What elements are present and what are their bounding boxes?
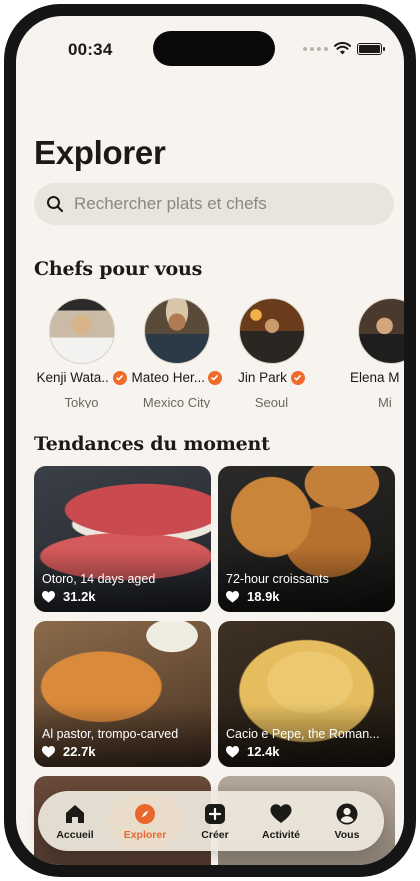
phone-frame: 00:34 Explorer Rechercher plats et chefs…: [4, 4, 416, 877]
chef-item[interactable]: Mateo Her... Mexico City: [129, 298, 224, 408]
chef-city: Seoul: [254, 395, 289, 408]
signal-icon: [303, 46, 328, 51]
chefs-section-heading: Chefs pour vous: [34, 258, 203, 280]
tab-label: Créer: [201, 828, 229, 841]
heart-icon: [226, 745, 239, 757]
search-input[interactable]: Rechercher plats et chefs: [34, 183, 394, 225]
chef-avatar[interactable]: [358, 298, 404, 364]
heart-icon: [270, 803, 292, 823]
screen: 00:34 Explorer Rechercher plats et chefs…: [16, 16, 404, 865]
like-count: 18.9k: [226, 589, 280, 604]
tab-label: Activité: [262, 828, 300, 841]
profile-icon: [336, 803, 358, 824]
plus-square-icon: [205, 803, 225, 824]
chefs-carousel[interactable]: Kenji Wata... Tokyo Mateo Her... Mexico …: [34, 298, 404, 408]
chef-name: Jin Park: [238, 370, 287, 385]
tab-explorer[interactable]: Explorer: [108, 794, 182, 848]
tab-label: Explorer: [123, 828, 167, 841]
chef-item[interactable]: Jin Park Seoul: [224, 298, 319, 408]
tab-label: Vous: [334, 828, 360, 841]
search-icon: [47, 196, 64, 213]
trending-section-heading: Tendances du moment: [34, 433, 270, 455]
search-placeholder: Rechercher plats et chefs: [74, 194, 267, 213]
chef-avatar[interactable]: [143, 298, 210, 364]
chef-item[interactable]: Kenji Wata... Tokyo: [34, 298, 129, 408]
chef-name: Elena M: [350, 370, 400, 385]
heart-icon: [42, 745, 55, 757]
chef-city: Mexico City: [142, 395, 211, 408]
tab-bar: Accueil Explorer Créer Activité Vous: [38, 791, 384, 851]
status-time: 00:34: [68, 40, 113, 59]
tab-activite[interactable]: Activité: [248, 794, 314, 848]
tab-vous[interactable]: Vous: [314, 794, 380, 848]
dish-card[interactable]: 72-hour croissants 18.9k: [218, 466, 395, 612]
tab-label: Accueil: [56, 828, 94, 841]
verified-badge-icon: [112, 370, 127, 385]
chef-name: Mateo Her...: [131, 370, 204, 385]
dish-card[interactable]: Cacio e Pepe, the Roman... 12.4k: [218, 621, 395, 767]
tab-accueil[interactable]: Accueil: [42, 794, 108, 848]
dish-title: 72-hour croissants: [226, 572, 329, 586]
dish-title: Otoro, 14 days aged: [42, 572, 156, 586]
chef-city: Mi: [378, 395, 392, 408]
battery-icon: [357, 42, 385, 55]
dish-card[interactable]: Otoro, 14 days aged 31.2k: [34, 466, 211, 612]
chef-avatar[interactable]: [48, 298, 115, 364]
chef-name: Kenji Wata...: [36, 370, 109, 385]
home-icon: [66, 804, 84, 823]
chef-city: Tokyo: [64, 395, 99, 408]
like-count: 31.2k: [42, 589, 96, 604]
chef-item[interactable]: Elena M Mi: [348, 298, 404, 408]
like-count: 12.4k: [226, 744, 280, 759]
dish-title: Cacio e Pepe, the Roman...: [226, 727, 380, 741]
dish-card[interactable]: Al pastor, trompo-carved 22.7k: [34, 621, 211, 767]
compass-icon: [135, 803, 155, 824]
heart-icon: [226, 590, 239, 602]
dynamic-island: [153, 31, 275, 66]
status-icons: [303, 42, 385, 55]
chef-avatar[interactable]: [238, 298, 305, 364]
heart-icon: [42, 590, 55, 602]
verified-badge-icon: [290, 370, 305, 385]
verified-badge-icon: [207, 370, 222, 385]
dish-title: Al pastor, trompo-carved: [42, 727, 179, 741]
wifi-icon: [334, 42, 351, 55]
like-count: 22.7k: [42, 744, 96, 759]
page-title: Explorer: [34, 134, 166, 171]
tab-creer[interactable]: Créer: [182, 794, 248, 848]
